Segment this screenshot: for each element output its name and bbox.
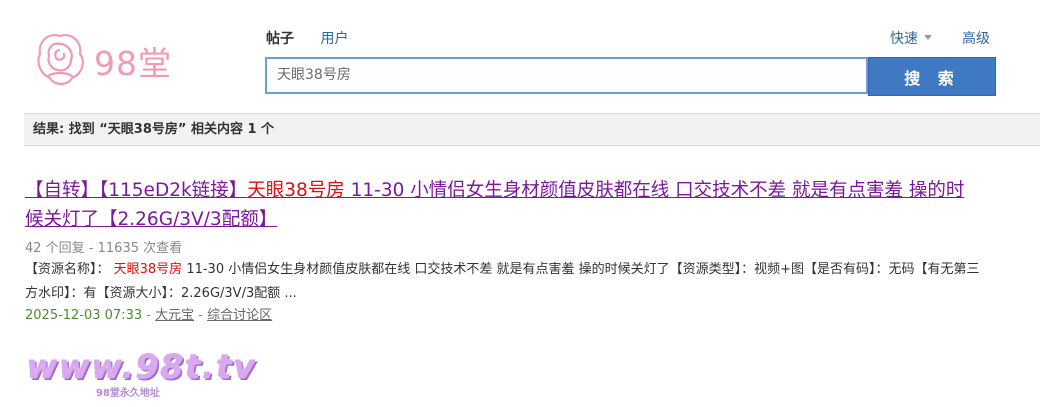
result-snippet: 【资源名称】： 天眼38号房 11-30 小情侣女生身材颜值皮肤都在线 口交技术… — [25, 258, 985, 306]
chevron-down-icon — [924, 35, 932, 40]
result-forum-link[interactable]: 综合讨论区 — [207, 308, 272, 323]
footer-separator-1: - — [142, 308, 156, 323]
quick-search-dropdown[interactable]: 快速 — [890, 28, 932, 48]
rose-icon — [37, 34, 84, 86]
watermark-url: www.98t.tv — [26, 347, 256, 387]
search-input[interactable]: 天眼38号房 — [265, 57, 868, 94]
site-logo[interactable]: 98堂 — [30, 28, 180, 90]
search-tabs: 帖子 用户 — [266, 28, 348, 48]
site-watermark: www.98t.tv 98堂永久地址 — [22, 345, 255, 400]
logo-text: 98堂 — [94, 44, 172, 83]
tab-users[interactable]: 用户 — [320, 31, 348, 47]
search-page: 98堂 帖子 用户 快速 高级 天眼38号房 搜 索 结果: 找到 “天眼38号… — [0, 0, 1040, 407]
result-author-link[interactable]: 大元宝 — [155, 308, 194, 323]
watermark-subtext: 98堂永久地址 — [96, 388, 160, 399]
result-title-highlight: 天眼38号房 — [247, 180, 345, 201]
quick-search-label: 快速 — [890, 31, 918, 47]
footer-separator-2: - — [194, 308, 208, 323]
snippet-prefix: 【资源名称】： — [25, 262, 114, 277]
tab-posts[interactable]: 帖子 — [266, 31, 294, 47]
result-title-prefix: 【自转】【115eD2k链接】 — [25, 180, 248, 201]
result-stats: 42 个回复 - 11635 次查看 — [25, 241, 183, 256]
result-date: 2025-12-03 07:33 — [25, 308, 143, 323]
snippet-highlight: 天眼38号房 — [113, 262, 183, 277]
result-summary: 结果: 找到 “天眼38号房” 相关内容 1 个 — [24, 113, 1040, 146]
result-footer: 2025-12-03 07:33 - 大元宝 - 综合讨论区 — [25, 304, 272, 323]
search-button[interactable]: 搜 索 — [868, 57, 996, 96]
result-title-link[interactable]: 【自转】【115eD2k链接】天眼38号房 11-30 小情侣女生身材颜值皮肤都… — [25, 176, 975, 234]
advanced-search-link[interactable]: 高级 — [962, 28, 990, 48]
